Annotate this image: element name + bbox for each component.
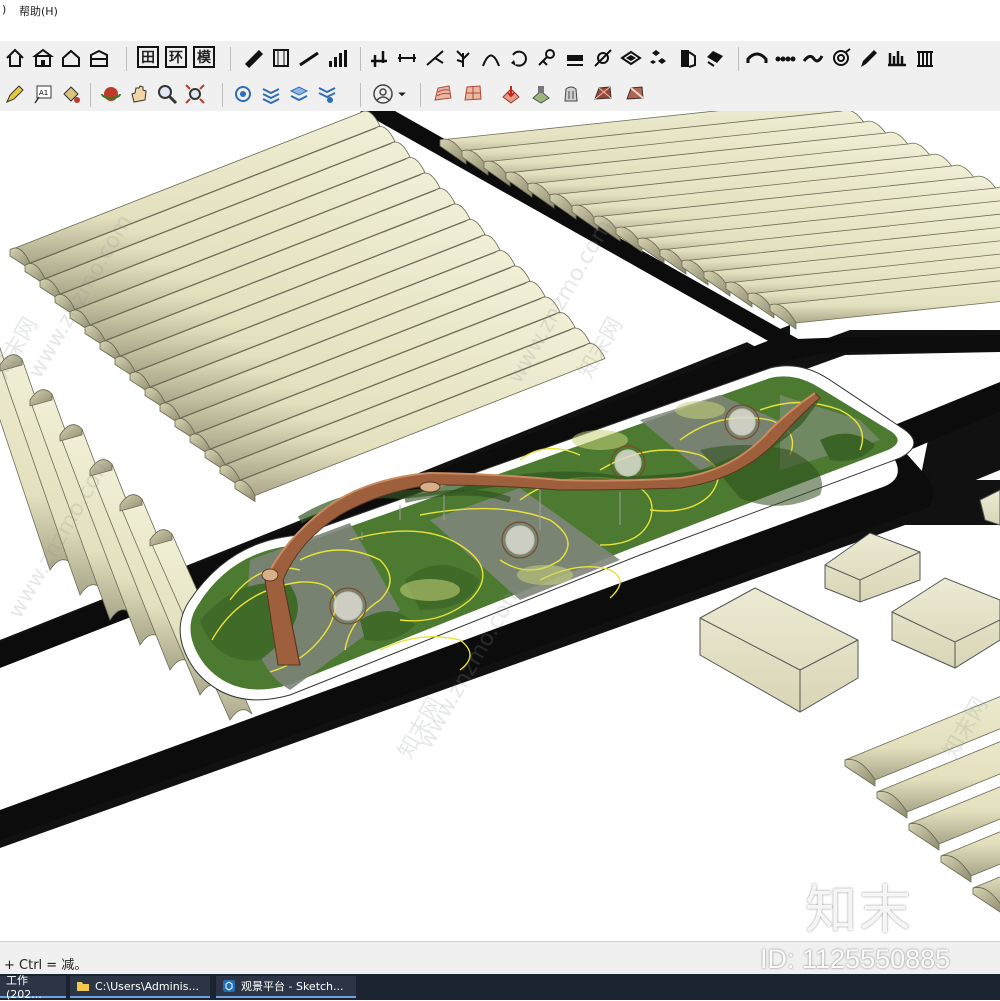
environment-button[interactable]: 环: [165, 46, 187, 68]
pipe-icon[interactable]: [366, 45, 392, 71]
taskbar-item-work[interactable]: 工作(202...: [0, 974, 66, 1001]
branch-icon[interactable]: [422, 45, 448, 71]
stack-icon[interactable]: [258, 81, 284, 107]
watermark-id: ID: 1125550885: [760, 944, 951, 974]
drape-icon[interactable]: [558, 81, 584, 107]
pencil-icon[interactable]: [2, 81, 28, 107]
text-label-icon[interactable]: A1: [30, 81, 56, 107]
folder-icon: [76, 979, 90, 993]
toolbar-separator: [222, 83, 223, 107]
dimension-icon[interactable]: [394, 45, 420, 71]
zoom-icon[interactable]: [154, 81, 180, 107]
toolbar-separator: [126, 47, 127, 71]
taskbar-item-explorer[interactable]: C:\Users\Adminis...: [70, 976, 210, 998]
svg-text:A1: A1: [39, 89, 48, 97]
pan-hand-icon[interactable]: [126, 81, 152, 107]
house-icon[interactable]: [58, 45, 84, 71]
taskbar-item-label: C:\Users\Adminis...: [95, 979, 199, 993]
curve-icon[interactable]: [800, 45, 826, 71]
home-icon[interactable]: [2, 45, 28, 71]
model-viewport[interactable]: www.znzmo.com www.znzmo.com www.znzmo.co…: [0, 111, 1000, 941]
scatter-icon[interactable]: [646, 45, 672, 71]
component-icon[interactable]: [230, 81, 256, 107]
toolbar-row-1: 田 环 模: [0, 41, 1000, 78]
zoom-extents-icon[interactable]: [182, 81, 208, 107]
flip-edge-icon[interactable]: [622, 81, 648, 107]
toolbar-separator: [738, 47, 739, 71]
orbit-icon[interactable]: [98, 81, 124, 107]
slab-icon[interactable]: [562, 45, 588, 71]
paint-bucket-icon[interactable]: [58, 81, 84, 107]
taskbar-item-label: 工作(202...: [6, 973, 42, 1001]
stair-icon[interactable]: [240, 45, 266, 71]
taskbar: 工作(202... C:\Users\Adminis... 观景平台 - Ske…: [0, 974, 1000, 1001]
toolbar-separator: [360, 47, 361, 71]
plan-grid-button[interactable]: 田: [137, 46, 159, 68]
menubar: ) 帮助(H): [0, 0, 1000, 22]
arch-icon[interactable]: [478, 45, 504, 71]
column-icon[interactable]: [268, 45, 294, 71]
spiral-icon[interactable]: [828, 45, 854, 71]
toolbar-row-2: A1: [0, 77, 1000, 112]
bars-icon[interactable]: [884, 45, 910, 71]
sandbox-contours-icon[interactable]: [430, 81, 456, 107]
tile-icon[interactable]: [618, 45, 644, 71]
model-button[interactable]: 模: [193, 46, 215, 68]
rotate-arrow-icon[interactable]: [506, 45, 532, 71]
status-text: + Ctrl = 减。: [4, 958, 88, 973]
link-icon[interactable]: [590, 45, 616, 71]
pen-icon[interactable]: [856, 45, 882, 71]
smoove-icon[interactable]: [498, 81, 524, 107]
tree-icon[interactable]: [450, 45, 476, 71]
bridge-arch-icon[interactable]: [744, 45, 770, 71]
colonnade-icon[interactable]: [912, 45, 938, 71]
settings-stack-icon[interactable]: [314, 81, 340, 107]
dropdown-arrow-icon[interactable]: [394, 81, 410, 107]
site-model-scene: www.znzmo.com www.znzmo.com www.znzmo.co…: [0, 111, 1000, 913]
ramp-icon[interactable]: [296, 45, 322, 71]
toolbar-separator: [420, 83, 421, 107]
toolbar-separator: [360, 83, 361, 107]
warehouse-icon[interactable]: [86, 45, 112, 71]
user-icon[interactable]: [370, 81, 396, 107]
taskbar-item-sketchup[interactable]: 观景平台 - Sketch...: [216, 976, 356, 998]
add-detail-icon[interactable]: [590, 81, 616, 107]
menu-item-help[interactable]: 帮助(H): [19, 3, 58, 19]
roof-icon[interactable]: [702, 45, 728, 71]
store-icon[interactable]: [30, 45, 56, 71]
layers-icon[interactable]: [286, 81, 312, 107]
node-icon[interactable]: [534, 45, 560, 71]
toolbar-separator: [90, 83, 91, 107]
menu-item-partial[interactable]: ): [2, 3, 6, 16]
toolbar-separator: [230, 47, 231, 71]
sandbox-grid-icon[interactable]: [460, 81, 486, 107]
taskbar-item-label: 观景平台 - Sketch...: [241, 980, 344, 993]
watermark-brand: 知末: [805, 881, 914, 941]
sketchup-icon: [222, 979, 236, 993]
stamp-icon[interactable]: [528, 81, 554, 107]
bar-stairs-icon[interactable]: [324, 45, 350, 71]
door-icon[interactable]: [674, 45, 700, 71]
chain-icon[interactable]: [772, 45, 798, 71]
